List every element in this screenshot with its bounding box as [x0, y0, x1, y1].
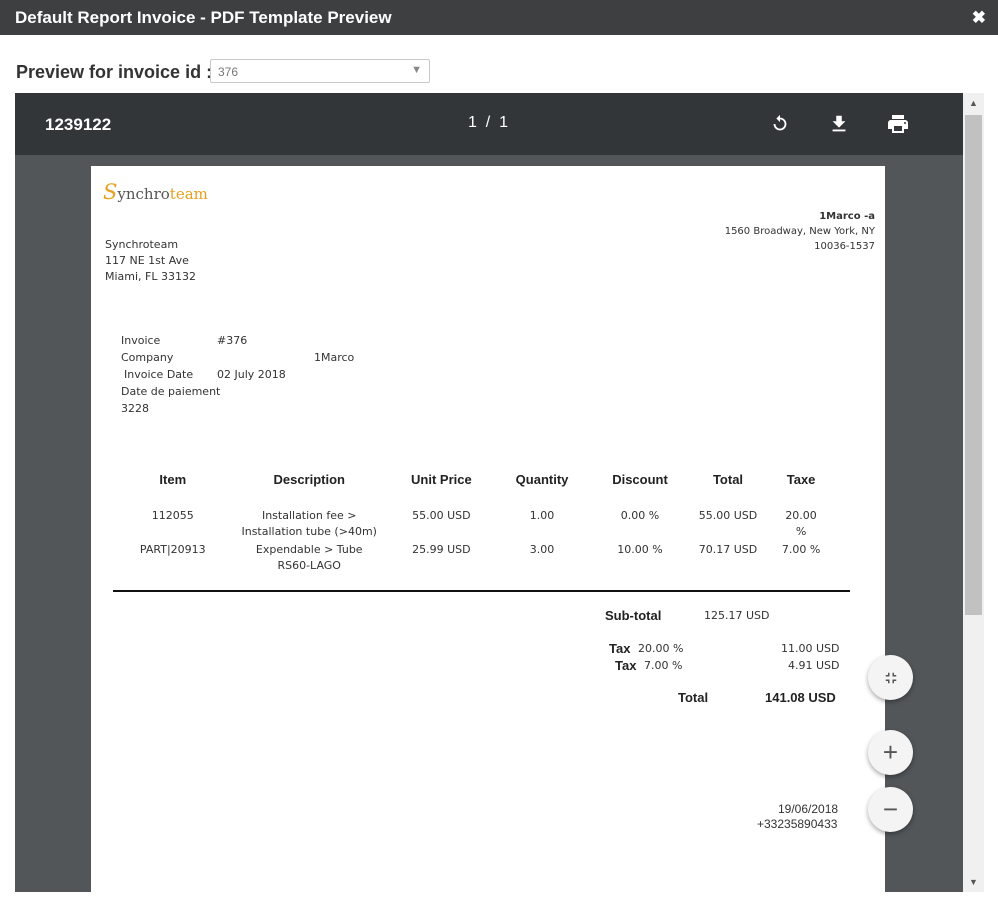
invoice-selector-label: Preview for invoice id :	[16, 62, 213, 82]
document-name: 1239122	[45, 115, 112, 134]
company-address-line1: 117 NE 1st Ave	[105, 254, 189, 267]
column-header: Quantity	[515, 471, 569, 487]
tax-amount: 11.00 USD	[781, 642, 840, 655]
column-header: Unit Price	[411, 471, 472, 487]
item-taxe: 7.00 %	[781, 543, 821, 556]
item-discount: 0.00 %	[620, 509, 660, 522]
synchroteam-logo: Synchroteam	[103, 180, 208, 204]
vertical-scrollbar[interactable]: ▲ ▼	[963, 93, 984, 892]
item-description: Installation fee > Installation tube (>40…	[241, 509, 377, 538]
zoom-out-button[interactable]: −	[868, 787, 913, 832]
item-taxe: 20.00 %	[785, 509, 817, 538]
pdf-toolbar: 1239122 1 / 1	[15, 93, 963, 155]
item-code: 112055	[151, 509, 194, 522]
item-quantity: 1.00	[529, 509, 555, 522]
client-address-line1: 1560 Broadway, New York, NY	[724, 226, 875, 237]
invoice-id-value: 376	[218, 65, 239, 79]
company-label: Company	[121, 351, 174, 364]
tax-rate: 7.00 %	[644, 659, 683, 672]
total-value: 141.08 USD	[765, 690, 836, 705]
company-name: Synchroteam	[105, 238, 179, 251]
item-unit-price: 25.99 USD	[412, 543, 471, 556]
scroll-up-icon[interactable]: ▲	[963, 93, 984, 113]
item-total: 55.00 USD	[698, 509, 758, 522]
fit-page-button[interactable]	[868, 655, 913, 700]
invoice-date-value: 02 July 2018	[217, 368, 286, 381]
item-quantity: 3.00	[529, 543, 555, 556]
page-separator: /	[485, 114, 491, 131]
column-header: Description	[273, 471, 345, 487]
page-total: 1	[499, 114, 509, 131]
download-icon[interactable]	[826, 111, 852, 137]
client-address-line2: 10036-1537	[814, 241, 875, 252]
fit-page-icon	[885, 672, 896, 683]
client-address: 1Marco -a 1560 Broadway, New York, NY 10…	[725, 209, 875, 254]
table-header-row: Item Description Unit Price Quantity Dis…	[131, 468, 821, 490]
table-divider	[113, 590, 850, 592]
page-current: 1	[468, 114, 477, 131]
dialog-titlebar: Default Report Invoice - PDF Template Pr…	[0, 0, 998, 35]
tax-label: Tax	[609, 641, 631, 656]
column-header: Taxe	[786, 471, 816, 487]
item-code: PART|20913	[139, 543, 206, 556]
client-name: 1Marco -a	[819, 211, 875, 222]
tax-rate: 20.00 %	[638, 642, 684, 655]
footer-date: 19/06/2018	[778, 802, 839, 816]
tax-label: Tax	[615, 658, 637, 673]
subtotal-label: Sub-total	[605, 608, 662, 623]
invoice-number: #376	[217, 334, 248, 347]
column-header: Item	[159, 471, 187, 487]
table-row: 112055 Installation fee > Installation tu…	[131, 508, 821, 542]
subtotal-value: 125.17 USD	[704, 609, 770, 622]
company-address-line2: Miami, FL 33132	[105, 270, 196, 283]
invoice-date-label: Invoice Date	[124, 368, 194, 381]
invoice-items-table: Item Description Unit Price Quantity Dis…	[131, 468, 821, 574]
total-label: Total	[678, 690, 709, 705]
dialog-title: Default Report Invoice - PDF Template Pr…	[15, 8, 392, 27]
company-address: Synchroteam 117 NE 1st Ave Miami, FL 331…	[105, 237, 196, 285]
invoice-label: Invoice	[121, 334, 161, 347]
column-header: Discount	[612, 471, 668, 487]
item-description: Expendable > Tube RS60-LAGO	[255, 543, 363, 572]
close-icon[interactable]: ✖	[972, 8, 986, 28]
scrollbar-thumb[interactable]	[965, 115, 982, 615]
column-header: Total	[712, 471, 744, 487]
item-discount: 10.00 %	[617, 543, 663, 556]
item-unit-price: 55.00 USD	[412, 509, 471, 522]
item-total: 70.17 USD	[698, 543, 758, 556]
print-icon[interactable]	[885, 111, 911, 137]
tax-amount: 4.91 USD	[788, 659, 840, 672]
page-indicator: 1 / 1	[468, 114, 508, 132]
payment-date-label: Date de paiement	[121, 385, 221, 398]
zoom-in-button[interactable]: +	[868, 730, 913, 775]
table-row: PART|20913 Expendable > Tube RS60-LAGO 25…	[131, 542, 821, 574]
footer-phone: +33235890433	[757, 817, 838, 831]
pdf-page: Synchroteam 1Marco -a 1560 Broadway, New…	[91, 166, 885, 892]
pdf-viewer: 1239122 1 / 1 Synchroteam 1Marco -a 1560…	[15, 93, 963, 892]
invoice-id-select[interactable]: 376 ▼	[210, 59, 430, 83]
payment-date-value: 3228	[121, 402, 149, 415]
scroll-down-icon[interactable]: ▼	[963, 872, 984, 892]
rotate-icon[interactable]	[767, 111, 793, 137]
chevron-down-icon: ▼	[411, 64, 422, 76]
company-value: 1Marco	[314, 351, 355, 364]
